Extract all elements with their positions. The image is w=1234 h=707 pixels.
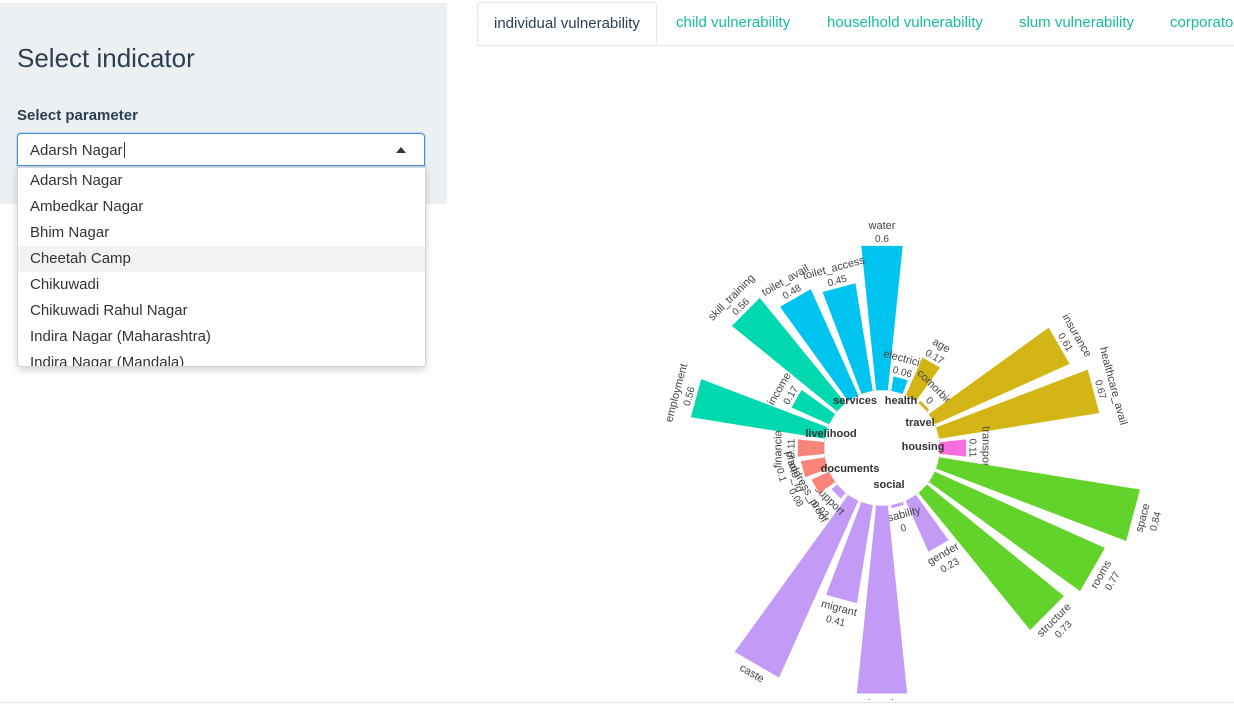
item-value-label: 0.84 xyxy=(1148,510,1164,532)
dropdown-option[interactable]: Ambedkar Nagar xyxy=(18,194,425,220)
item-name-label: transport xyxy=(980,426,992,469)
parameter-select[interactable]: Adarsh Nagar xyxy=(17,133,425,166)
tab-household-vulnerability[interactable]: houselhold vulnerability xyxy=(811,2,999,44)
vulnerability-polar-chart: water0.6electricity0.06age0.17comorbidit… xyxy=(663,220,1164,700)
item-name-label: water xyxy=(868,220,896,232)
dropdown-option[interactable]: Cheetah Camp xyxy=(18,246,425,272)
dropdown-option[interactable]: Indira Nagar (Maharashtra) xyxy=(18,324,425,350)
group-label-documents: documents xyxy=(821,463,880,475)
select-parameter-label: Select parameter xyxy=(17,107,138,124)
bar-label-group: water 0.6 xyxy=(868,220,896,245)
dropdown-option[interactable]: Bhim Nagar xyxy=(18,220,425,246)
bar-disability xyxy=(891,502,904,509)
tab-corporation[interactable]: corporato xyxy=(1154,2,1234,44)
item-value-label: 0.41 xyxy=(825,614,847,630)
dropdown-option[interactable]: Adarsh Nagar xyxy=(18,168,425,194)
parameter-dropdown-list[interactable]: Adarsh Nagar Ambedkar Nagar Bhim Nagar C… xyxy=(17,167,426,367)
item-value-label: 0.6 xyxy=(875,234,889,245)
tab-individual-vulnerability[interactable]: individual vulnerability xyxy=(477,2,657,45)
group-label-services: services xyxy=(833,395,877,407)
bar-label-group: education0.78 xyxy=(858,698,906,700)
divider xyxy=(0,702,1234,703)
group-label-travel: travel xyxy=(905,417,934,429)
bar-financial xyxy=(797,439,825,457)
caret-up-icon[interactable] xyxy=(396,147,406,153)
tab-child-vulnerability[interactable]: child vulnerability xyxy=(660,2,806,44)
dropdown-option[interactable]: Chikuwadi xyxy=(18,272,425,298)
tab-bar: individual vulnerability child vulnerabi… xyxy=(477,2,1234,46)
parameter-select-value[interactable]: Adarsh Nagar xyxy=(30,142,123,159)
sidebar-title: Select indicator xyxy=(17,43,195,73)
item-name-label: education xyxy=(858,698,906,700)
group-label-livelihood: livelihood xyxy=(805,428,856,440)
item-value-label: 0.1 xyxy=(774,467,788,484)
item-value-label: 0.11 xyxy=(786,438,797,457)
text-cursor xyxy=(124,142,125,158)
item-name-label: financial xyxy=(772,428,784,468)
tab-slum-vulnerability[interactable]: slum vulnerability xyxy=(1003,2,1150,44)
dropdown-option[interactable]: Chikuwadi Rahul Nagar xyxy=(18,298,425,324)
group-label-health: health xyxy=(885,395,918,407)
bar-label-group: space0.84 xyxy=(1133,502,1164,533)
bar-label-group: migrant0.41 xyxy=(820,598,859,630)
dropdown-option[interactable]: Indira Nagar (Mandala) xyxy=(18,350,425,366)
item-value-label: 0 xyxy=(899,522,908,534)
item-value-label: 0.11 xyxy=(967,439,978,458)
group-label-housing: housing xyxy=(902,441,945,453)
group-label-social: social xyxy=(873,479,904,491)
